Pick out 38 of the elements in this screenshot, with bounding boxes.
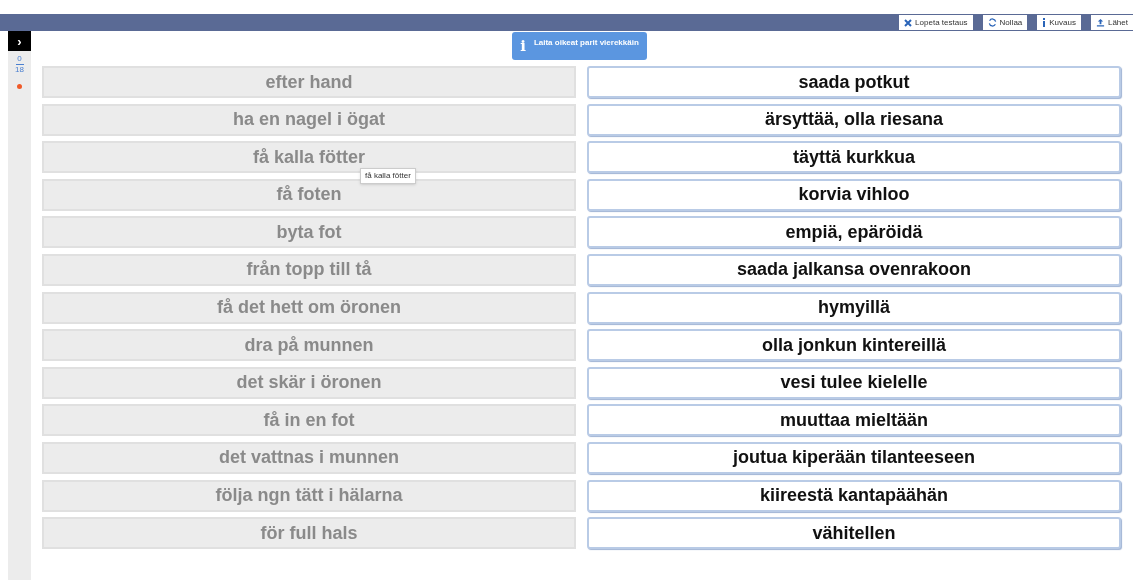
draggable-card[interactable]: för full hals: [42, 517, 576, 550]
hint-text: Laita oikeat parit vierekkäin: [533, 37, 639, 49]
draggable-card[interactable]: från topp till tå: [42, 253, 576, 286]
answer-card: olla jonkun kintereillä: [587, 329, 1121, 362]
answer-card: saada jalkansa ovenrakoon: [587, 253, 1121, 286]
answer-card: täyttä kurkkua: [587, 141, 1121, 174]
answer-card: korvia vihloo: [587, 178, 1121, 211]
answer-card: muuttaa mieltään: [587, 404, 1121, 437]
draggable-card[interactable]: byta fot: [42, 216, 576, 249]
info-icon: i: [520, 34, 526, 58]
answer-card: vesi tulee kielelle: [587, 366, 1121, 399]
draggable-card[interactable]: få foten: [42, 178, 576, 211]
toolbar-button[interactable]: Lähet: [1090, 15, 1133, 30]
draggable-card[interactable]: få in en fot: [42, 404, 576, 437]
toolbar-button[interactable]: Nollaa: [982, 15, 1028, 30]
answer-card: kiireestä kantapäähän: [587, 479, 1121, 512]
draggable-card[interactable]: ha en nagel i ögat: [42, 103, 576, 136]
upload-icon: [1095, 18, 1105, 27]
answer-card: ärsyttää, olla riesana: [587, 103, 1121, 136]
expand-button[interactable]: ›: [8, 31, 31, 51]
close-icon: [904, 18, 913, 27]
answer-card: hymyillä: [587, 291, 1121, 324]
answer-card: vähitellen: [587, 517, 1121, 550]
draggable-card[interactable]: det skär i öronen: [42, 366, 576, 399]
draggable-card[interactable]: få det hett om öronen: [42, 291, 576, 324]
draggable-card[interactable]: dra på munnen: [42, 329, 576, 362]
toolbar-button[interactable]: Kuvaus: [1037, 15, 1081, 30]
answer-card: saada potkut: [587, 66, 1121, 98]
refresh-icon: [987, 18, 997, 27]
tooltip: få kalla fötter: [360, 168, 416, 185]
answer-card: empiä, epäröidä: [587, 216, 1121, 249]
toolbar-button[interactable]: Lopeta testaus: [899, 15, 973, 30]
progress-counter: 0 18: [15, 55, 24, 74]
info-icon: [1042, 18, 1047, 27]
draggable-card[interactable]: det vattnas i munnen: [42, 441, 576, 474]
draggable-card[interactable]: efter hand: [42, 66, 576, 98]
answer-card: joutua kiperään tilanteeseen: [587, 441, 1121, 474]
draggable-card[interactable]: följa ngn tätt i hälarna: [42, 479, 576, 512]
